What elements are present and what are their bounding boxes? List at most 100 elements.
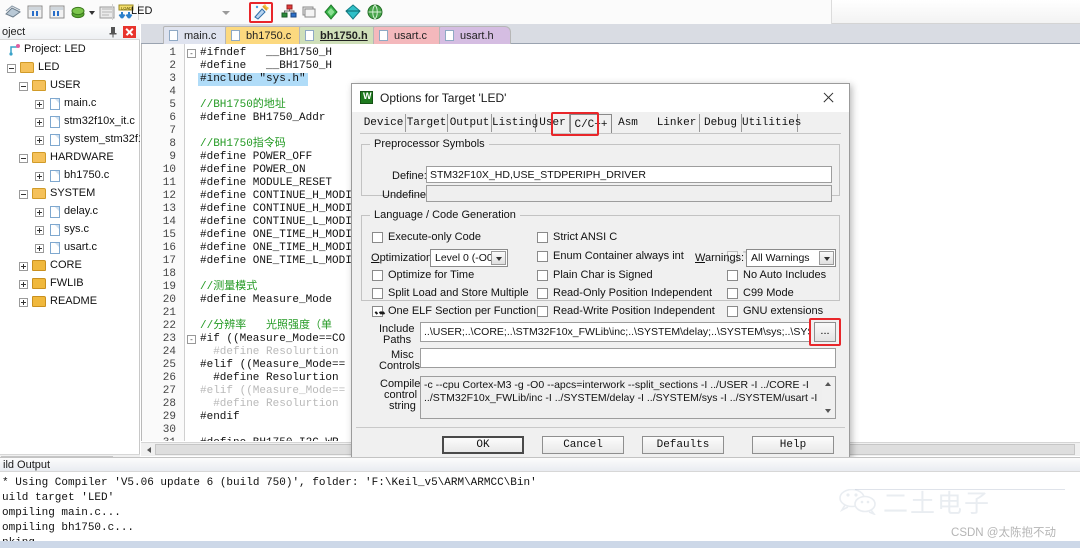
code-line[interactable]: #define Measure_Mode <box>200 294 332 307</box>
tree-expander-icon[interactable] <box>7 64 16 73</box>
code-line[interactable]: #define MODULE_RESET <box>200 177 332 190</box>
manage-project-items-icon[interactable] <box>280 3 298 21</box>
tree-item-delay-c[interactable]: delay.c <box>0 203 140 221</box>
tree-expander-icon[interactable] <box>35 226 44 235</box>
code-line[interactable]: #define ONE_TIME_L_MODI <box>200 255 352 268</box>
tree-expander-icon[interactable] <box>19 190 28 199</box>
options-for-target-icon[interactable] <box>252 3 270 21</box>
batch-build-icon[interactable] <box>300 3 318 21</box>
chevron-down-icon[interactable] <box>218 4 234 20</box>
code-line[interactable]: #define CONTINUE_H_MODI <box>200 203 352 216</box>
code-line[interactable]: #define CONTINUE_L_MODI <box>200 216 352 229</box>
code-line[interactable]: #elif ((Measure_Mode== <box>200 385 345 398</box>
dialog-tab-device[interactable]: Device <box>362 114 406 132</box>
tree-item-sys-c[interactable]: sys.c <box>0 221 140 239</box>
scroll-left-arrow[interactable] <box>142 444 154 456</box>
tree-expander-icon[interactable] <box>35 172 44 181</box>
checkbox-split-load-and-store-multiple[interactable] <box>372 288 383 299</box>
include-paths-browse-button[interactable]: ... <box>814 322 836 342</box>
undefine-input[interactable] <box>426 185 832 202</box>
scroll-down-arrow[interactable] <box>822 405 834 417</box>
dialog-tab-output[interactable]: Output <box>448 114 492 132</box>
chevron-down-icon[interactable] <box>491 251 506 265</box>
tree-item-system-stm32f1[interactable]: system_stm32f1 <box>0 131 140 149</box>
tree-expander-icon[interactable] <box>19 262 28 271</box>
code-line[interactable]: #ifndef __BH1750_H <box>200 47 332 60</box>
dialog-tab-user[interactable]: User <box>536 114 570 132</box>
tree-item-core[interactable]: CORE <box>0 257 140 275</box>
code-line[interactable]: //BH1750的地址 <box>200 99 286 112</box>
code-line[interactable]: #define Resolurtion <box>200 398 338 411</box>
dropdown-arrow-icon[interactable] <box>88 3 96 21</box>
checkbox-gnu-extensions[interactable] <box>727 306 738 317</box>
checkbox-enum-container-always-int[interactable] <box>537 251 548 262</box>
compiler-control-string[interactable]: -c --cpu Cortex-M3 -g -O0 --apcs=interwo… <box>420 376 836 419</box>
tree-expander-icon[interactable] <box>35 100 44 109</box>
close-icon[interactable] <box>123 26 136 38</box>
include-paths-input[interactable]: ..\USER;..\CORE;..\STM32F10x_FWLib\inc;.… <box>420 322 811 342</box>
chevron-down-icon[interactable] <box>819 251 834 265</box>
code-line[interactable]: #if ((Measure_Mode==CO <box>200 333 345 346</box>
checkbox-optimize-for-time[interactable] <box>372 270 383 281</box>
dialog-tab-cc[interactable]: C/C++ <box>570 114 612 134</box>
editor-tab-bh1750-h[interactable]: bh1750.h <box>299 26 379 44</box>
checkbox-one-elf-section-per-function[interactable] <box>372 306 383 317</box>
target-selector-value[interactable]: LED <box>131 5 152 17</box>
code-line[interactable]: #define __BH1750_H <box>200 60 332 73</box>
tree-item-usart-c[interactable]: usart.c <box>0 239 140 257</box>
code-line[interactable]: #define BH1750_I2C_WR <box>200 437 339 441</box>
tree-item-project--led[interactable]: Project: LED <box>0 41 140 59</box>
tree-expander-icon[interactable] <box>35 208 44 217</box>
dialog-cancel-button[interactable]: Cancel <box>542 436 624 454</box>
dialog-tab-utilities[interactable]: Utilities <box>742 114 801 132</box>
dialog-tab-asm[interactable]: Asm <box>612 114 644 132</box>
tree-item-stm32f10x-it-c[interactable]: stm32f10x_it.c <box>0 113 140 131</box>
code-line[interactable]: #define Resolurtion <box>200 372 338 385</box>
optimization-select[interactable]: Level 0 (-O0) <box>430 249 508 267</box>
editor-tab-usart-h[interactable]: usart.h <box>439 26 511 44</box>
tree-expander-icon[interactable] <box>19 280 28 289</box>
redo-icon[interactable] <box>98 3 116 21</box>
misc-controls-input[interactable] <box>420 348 836 368</box>
code-line[interactable]: //BH1750指令码 <box>200 138 286 151</box>
checkbox-c99-mode[interactable] <box>727 288 738 299</box>
code-fold-toggle[interactable]: - <box>187 49 196 58</box>
tree-expander-icon[interactable] <box>35 136 44 145</box>
configure-pack-icon[interactable] <box>322 3 340 21</box>
pin-icon[interactable] <box>108 26 118 38</box>
checkbox-strict-ansi-c[interactable] <box>537 232 548 243</box>
dialog-tab-listing[interactable]: Listing <box>492 114 538 132</box>
dialog-tab-linker[interactable]: Linker <box>654 114 700 132</box>
insert-bookmark-icon[interactable] <box>26 3 44 21</box>
tree-item-bh1750-c[interactable]: bh1750.c <box>0 167 140 185</box>
tree-item-system[interactable]: SYSTEM <box>0 185 140 203</box>
code-line[interactable]: #include "sys.h" <box>198 73 308 86</box>
compiler-string-scrollbar[interactable] <box>822 378 834 417</box>
undo-icon[interactable] <box>70 3 88 21</box>
tree-item-hardware[interactable]: HARDWARE <box>0 149 140 167</box>
code-line[interactable]: //测量模式 <box>200 281 257 294</box>
tree-expander-icon[interactable] <box>19 298 28 307</box>
tree-expander-icon[interactable] <box>35 244 44 253</box>
editor-tab-bh1750-c[interactable]: bh1750.c <box>225 26 305 44</box>
tree-expander-icon[interactable] <box>19 154 28 163</box>
checkbox-execute-only-code[interactable] <box>372 232 383 243</box>
editor-tab-usart-c[interactable]: usart.c <box>373 26 445 44</box>
close-icon[interactable] <box>807 84 849 112</box>
checkbox-read-write-position-independent[interactable] <box>537 306 548 317</box>
scroll-up-arrow[interactable] <box>822 378 834 390</box>
code-line[interactable]: #define ONE_TIME_H_MODI <box>200 229 352 242</box>
code-fold-toggle[interactable]: - <box>187 335 196 344</box>
editor-tab-main-c[interactable]: main.c <box>163 26 231 44</box>
pack-installer-icon[interactable] <box>344 3 362 21</box>
tree-expander-icon[interactable] <box>35 118 44 127</box>
code-line[interactable]: #define Resolurtion <box>200 346 338 359</box>
tree-item-fwlib[interactable]: FWLIB <box>0 275 140 293</box>
save-all-icon[interactable] <box>4 3 22 21</box>
code-line[interactable]: #elif ((Measure_Mode== <box>200 359 345 372</box>
dialog-help-button[interactable]: Help <box>752 436 834 454</box>
checkbox-read-only-position-independent[interactable] <box>537 288 548 299</box>
code-line[interactable]: #endif <box>200 411 240 424</box>
dialog-ok-button[interactable]: OK <box>442 436 524 454</box>
tree-item-main-c[interactable]: main.c <box>0 95 140 113</box>
